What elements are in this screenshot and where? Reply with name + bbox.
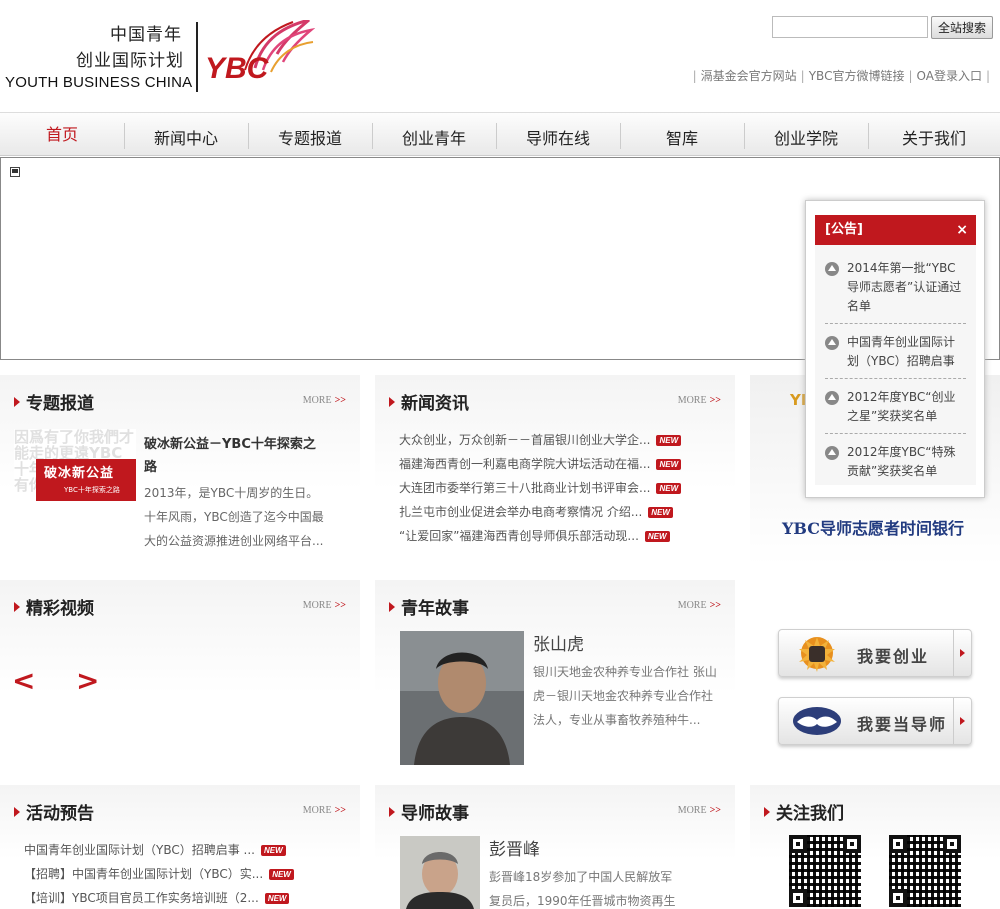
qr-code-icon bbox=[889, 835, 961, 907]
nav-news-center[interactable]: 新闻中心 bbox=[124, 113, 248, 157]
up-arrow-icon bbox=[825, 446, 839, 460]
youth-story-name[interactable]: 张山虎 bbox=[533, 630, 584, 655]
list-item[interactable]: 【培训】YBC项目官员工作实务培训班（2... NEW bbox=[24, 889, 294, 909]
mentor-story-title: 导师故事 bbox=[389, 799, 469, 824]
special-report-panel: 专题报道 MORE>> 因爲有了你我們才能走的更遠YBC十年探索之路感謝有你同行… bbox=[0, 375, 360, 565]
start-business-button[interactable]: 我要创业 bbox=[778, 629, 972, 677]
list-item[interactable]: 2012年度YBC“创业之星”奖获奖名单 bbox=[825, 388, 966, 426]
notice-title: [公告] bbox=[825, 222, 863, 237]
events-panel: 活动预告 MORE >> 中国青年创业国际计划（YBC）招聘启事 ... NEW 【… bbox=[0, 785, 360, 909]
list-item[interactable]: 2014年第一批“YBC导师志愿者”认证通过名单 bbox=[825, 259, 966, 316]
new-badge: NEW bbox=[264, 893, 290, 904]
video-next-button[interactable]: > bbox=[76, 664, 99, 697]
list-item[interactable]: 【招聘】中国青年创业国际计划（YBC）实... NEW bbox=[24, 865, 294, 889]
list-item[interactable]: 大众创业，万众创新－－首届银川创业大学企... NEW bbox=[399, 431, 682, 455]
list-item[interactable]: 中国青年创业国际计划（YBC）招聘启事 bbox=[825, 333, 966, 371]
nav-home[interactable]: 首页 bbox=[0, 113, 124, 157]
events-list: 中国青年创业国际计划（YBC）招聘启事 ... NEW 【招聘】中国青年创业国际计… bbox=[24, 841, 294, 909]
top-links: | 滆基金会官方网站 | YBC官方微博链接 | OA登录入口 | bbox=[692, 69, 990, 83]
mentor-story-panel: 导师故事 MORE >> 彭晋峰 彭晋峰18岁参加了中国人民解放军 复员后，199… bbox=[375, 785, 735, 909]
special-report-image[interactable]: 因爲有了你我們才能走的更遠YBC十年探索之路感謝有你同行 破冰新公益 YBC十年… bbox=[14, 429, 136, 521]
main-nav: 首页 新闻中心 专题报道 创业青年 导师在线 智库 创业学院 关于我们 bbox=[0, 112, 1000, 156]
news-panel: 新闻资讯 MORE >> 大众创业，万众创新－－首届银川创业大学企... NEW 福… bbox=[375, 375, 735, 565]
start-business-label: 我要创业 bbox=[857, 647, 930, 666]
follow-us-title: 关注我们 bbox=[764, 799, 844, 824]
new-badge: NEW bbox=[648, 507, 673, 518]
list-item[interactable]: 2012年度YBC“特殊贡献”奖获奖名单 bbox=[825, 443, 966, 481]
list-item[interactable]: “让爱回家”福建海西青创导师俱乐部活动现... NEW bbox=[399, 527, 681, 551]
video-prev-button[interactable]: < bbox=[12, 664, 35, 697]
foundation-link[interactable]: 滆基金会官方网站 bbox=[701, 69, 797, 83]
close-icon[interactable]: × bbox=[956, 215, 968, 245]
nav-about-us[interactable]: 关于我们 bbox=[868, 113, 1000, 157]
special-report-more[interactable]: MORE >> bbox=[303, 395, 346, 406]
special-report-headline[interactable]: 破冰新公益－YBC十年探索之路 bbox=[144, 433, 324, 479]
logo-en[interactable]: YOUTH BUSINESS CHINA bbox=[5, 74, 192, 91]
list-item[interactable]: 福建海西青创一利嘉电商学院大讲坛活动在福... NEW bbox=[399, 455, 682, 479]
nav-academy[interactable]: 创业学院 bbox=[744, 113, 868, 157]
follow-us-panel: 关注我们 bbox=[750, 785, 1000, 909]
events-more[interactable]: MORE >> bbox=[303, 805, 346, 816]
new-badge: NEW bbox=[269, 869, 294, 880]
up-arrow-icon bbox=[825, 262, 839, 276]
list-item[interactable]: 中国青年创业国际计划（YBC）招聘启事 ... NEW bbox=[24, 841, 294, 865]
qr-code-icon bbox=[789, 835, 861, 907]
site-search-button[interactable]: 全站搜索 bbox=[931, 16, 993, 39]
news-title: 新闻资讯 bbox=[389, 389, 469, 414]
list-item[interactable]: 大连团市委举行第三十八批商业计划书评审会... NEW bbox=[399, 479, 682, 503]
video-panel: 精彩视频 MORE >> < > bbox=[0, 580, 360, 770]
handshake-icon bbox=[793, 707, 841, 735]
news-list: 大众创业，万众创新－－首届银川创业大学企... NEW 福建海西青创一利嘉电商学院… bbox=[399, 431, 682, 551]
site-header: 中国青年 创业国际计划 YOUTH BUSINESS CHINA YBC 全站搜… bbox=[0, 0, 1000, 112]
logo-divider bbox=[196, 22, 198, 92]
mentor-story-name[interactable]: 彭晋峰 bbox=[489, 835, 540, 860]
be-mentor-button[interactable]: 我要当导师 bbox=[778, 697, 972, 745]
chevron-right-icon bbox=[953, 698, 971, 744]
new-badge: NEW bbox=[656, 435, 682, 446]
mentor-story-more[interactable]: MORE >> bbox=[678, 805, 721, 816]
mentor-story-photo[interactable] bbox=[400, 836, 480, 909]
mentor-story-desc: 彭晋峰18岁参加了中国人民解放军 复员后，1990年任晋城市物资再生 bbox=[489, 870, 676, 908]
notice-list: 2014年第一批“YBC导师志愿者”认证通过名单 中国青年创业国际计划（YBC）… bbox=[815, 245, 976, 485]
ybc-logo-icon[interactable]: YBC bbox=[205, 20, 315, 95]
video-more[interactable]: MORE >> bbox=[303, 600, 346, 611]
youth-story-panel: 青年故事 MORE >> 张山虎 银川天地金农种养专业合作社 张山虎－银川天地金农… bbox=[375, 580, 735, 770]
logo-cn-line1[interactable]: 中国青年 bbox=[110, 20, 182, 45]
special-report-title: 专题报道 bbox=[14, 389, 94, 414]
youth-story-title: 青年故事 bbox=[389, 594, 469, 619]
list-item[interactable]: 扎兰屯市创业促进会举办电商考察情况 介绍... NEW bbox=[399, 503, 681, 527]
weibo-link[interactable]: YBC官方微博链接 bbox=[809, 69, 905, 83]
nav-special-report[interactable]: 专题报道 bbox=[248, 113, 372, 157]
events-title: 活动预告 bbox=[14, 799, 94, 824]
feature-image-subtext: YBC十年探索之路 bbox=[64, 486, 120, 494]
up-arrow-icon bbox=[825, 336, 839, 350]
video-title: 精彩视频 bbox=[14, 594, 94, 619]
notice-popup: [公告] × 2014年第一批“YBC导师志愿者”认证通过名单 中国青年创业国际… bbox=[805, 200, 985, 498]
new-badge: NEW bbox=[261, 845, 286, 856]
oa-login-link[interactable]: OA登录入口 bbox=[917, 69, 982, 83]
nav-mentors-online[interactable]: 导师在线 bbox=[496, 113, 620, 157]
fist-icon bbox=[799, 637, 835, 672]
up-arrow-icon bbox=[825, 391, 839, 405]
logo-mark-text: YBC bbox=[205, 52, 270, 85]
new-badge: NEW bbox=[656, 459, 682, 470]
mentor-time-bank-title[interactable]: YBC导师志愿者时间银行 bbox=[782, 515, 964, 539]
youth-story-desc: 银川天地金农种养专业合作社 张山虎－银川天地金农种养专业合作社法人，专业从事畜牧… bbox=[533, 665, 717, 727]
special-report-desc: 2013年，是YBC十周岁的生日。十年风雨，YBC创造了迄今中国最大的公益资源推… bbox=[144, 486, 324, 548]
youth-story-photo[interactable] bbox=[400, 631, 524, 765]
nav-think-tank[interactable]: 智库 bbox=[620, 113, 744, 157]
site-search-input[interactable] bbox=[772, 16, 928, 38]
nav-young-entrepreneurs[interactable]: 创业青年 bbox=[372, 113, 496, 157]
news-more[interactable]: MORE >> bbox=[678, 395, 721, 406]
missing-plugin-icon bbox=[10, 167, 20, 177]
chevron-right-icon bbox=[953, 630, 971, 676]
new-badge: NEW bbox=[644, 531, 670, 542]
new-badge: NEW bbox=[656, 483, 682, 494]
be-mentor-label: 我要当导师 bbox=[857, 715, 948, 734]
youth-story-more[interactable]: MORE >> bbox=[678, 600, 721, 611]
logo-cn-line2[interactable]: 创业国际计划 bbox=[76, 46, 184, 71]
feature-image-text: 破冰新公益 bbox=[44, 466, 115, 481]
